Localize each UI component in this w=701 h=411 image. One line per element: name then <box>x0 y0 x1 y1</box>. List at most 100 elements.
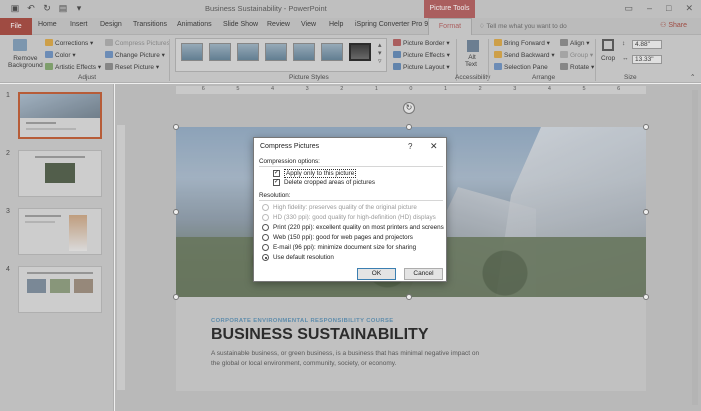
send-backward-button[interactable]: Send Backward ▾ <box>494 51 555 59</box>
height-field[interactable]: 4.88" <box>632 40 662 49</box>
picture-layout-icon <box>393 63 401 70</box>
resize-handle[interactable] <box>173 124 179 130</box>
slide-thumbnail-3[interactable] <box>18 208 102 255</box>
slide-thumbnail-2[interactable] <box>18 150 102 197</box>
save-icon[interactable]: ▣ <box>10 3 20 13</box>
slide-thumbnail-1[interactable] <box>18 92 102 139</box>
apply-only-checkbox[interactable]: ✓ Apply only to this picture <box>273 169 357 178</box>
thumb-text-line <box>27 272 93 274</box>
change-picture-button[interactable]: Change Picture ▾ <box>105 51 165 59</box>
remove-background-label-2: Background <box>8 62 43 69</box>
align-button[interactable]: Align ▾ <box>560 39 590 47</box>
ok-button[interactable]: OK <box>357 268 396 280</box>
thumb-text-line <box>25 215 61 217</box>
resize-handle[interactable] <box>643 124 649 130</box>
group-button[interactable]: Group ▾ <box>560 51 593 59</box>
bring-forward-button[interactable]: Bring Forward ▾ <box>494 39 550 47</box>
window-controls: ▭ – □ ✕ <box>624 3 693 14</box>
style-thumbnail[interactable] <box>237 43 259 61</box>
cancel-button[interactable]: Cancel <box>404 268 443 280</box>
accessibility-group-label: Accessibility <box>455 74 491 81</box>
resolution-option-hd[interactable]: HD (330 ppi): good quality for high-defi… <box>262 214 436 221</box>
size-group-label: Size <box>624 74 637 81</box>
tab-insert[interactable]: Insert <box>70 21 88 28</box>
picture-effects-button[interactable]: Picture Effects ▾ <box>393 51 450 59</box>
style-thumbnail[interactable] <box>209 43 231 61</box>
selection-pane-button[interactable]: Selection Pane <box>494 63 548 71</box>
crop-button[interactable]: Crop <box>601 39 615 62</box>
present-icon[interactable]: ▤ <box>58 3 68 13</box>
resolution-option-high-fidelity[interactable]: High fidelity: preserves quality of the … <box>262 204 417 211</box>
adjust-group-label: Adjust <box>78 74 97 81</box>
resolution-option-email[interactable]: E-mail (96 ppi): minimize document size … <box>262 244 416 251</box>
close-button[interactable]: ✕ <box>430 141 438 152</box>
tab-transitions[interactable]: Transitions <box>133 21 167 28</box>
help-button[interactable]: ? <box>408 142 412 151</box>
thumb-text-line <box>26 128 76 130</box>
reset-picture-button[interactable]: Reset Picture ▾ <box>105 63 159 71</box>
resize-handle[interactable] <box>406 124 412 130</box>
style-thumbnail[interactable] <box>321 43 343 61</box>
tab-format[interactable]: Format <box>428 18 472 35</box>
option-label: High fidelity: preserves quality of the … <box>273 204 417 211</box>
share-button[interactable]: ⚇ Share <box>660 21 687 29</box>
picture-styles-gallery[interactable]: ▴ ▾ ▿ <box>175 38 387 72</box>
tab-animations[interactable]: Animations <box>177 21 212 28</box>
tab-view[interactable]: View <box>301 21 316 28</box>
undo-icon[interactable]: ↶ <box>26 3 36 13</box>
delete-cropped-checkbox[interactable]: ✓ Delete cropped areas of pictures <box>273 179 375 186</box>
remove-background-button[interactable]: Remove Background <box>8 55 43 69</box>
align-icon <box>560 39 568 46</box>
tab-help[interactable]: Help <box>329 21 343 28</box>
rotate-handle-icon[interactable]: ↻ <box>403 102 415 114</box>
tab-design[interactable]: Design <box>100 21 122 28</box>
alt-text-button[interactable]: Alt Text <box>465 40 479 68</box>
picture-tools-label: Picture Tools <box>424 0 475 18</box>
resolution-option-print[interactable]: Print (220 ppi): excellent quality on mo… <box>262 224 444 231</box>
style-thumbnail-selected[interactable] <box>349 43 371 61</box>
resize-handle[interactable] <box>643 209 649 215</box>
artistic-effects-icon <box>45 63 53 70</box>
ribbon-display-icon[interactable]: ▭ <box>624 3 633 14</box>
dialog-title: Compress Pictures <box>260 143 320 150</box>
color-button[interactable]: Color ▾ <box>45 51 76 59</box>
radio-icon <box>262 224 269 231</box>
style-thumbnail[interactable] <box>293 43 315 61</box>
artistic-effects-button[interactable]: Artistic Effects ▾ <box>45 63 101 71</box>
style-thumbnail[interactable] <box>265 43 287 61</box>
tell-me-search[interactable]: ♢ Tell me what you want to do <box>479 22 567 30</box>
rotate-button[interactable]: Rotate ▾ <box>560 63 594 71</box>
redo-icon[interactable]: ↻ <box>42 3 52 13</box>
collapse-ribbon-icon[interactable]: ⌃ <box>690 73 695 81</box>
vertical-scrollbar[interactable] <box>692 90 698 405</box>
tab-slide-show[interactable]: Slide Show <box>223 21 258 28</box>
corrections-button[interactable]: Corrections ▾ <box>45 39 93 47</box>
slide-thumbnail-4[interactable] <box>18 266 102 313</box>
tab-home[interactable]: Home <box>38 21 57 28</box>
tab-review[interactable]: Review <box>267 21 290 28</box>
picture-layout-label: Picture Layout <box>403 64 445 71</box>
resize-handle[interactable] <box>406 294 412 300</box>
maximize-icon[interactable]: □ <box>666 3 671 14</box>
resize-handle[interactable] <box>173 294 179 300</box>
resize-handle[interactable] <box>173 209 179 215</box>
picture-border-icon <box>393 39 401 46</box>
resolution-option-default[interactable]: Use default resolution <box>262 254 334 261</box>
picture-layout-button[interactable]: Picture Layout ▾ <box>393 63 450 71</box>
customize-qat-icon[interactable]: ▾ <box>74 3 84 13</box>
picture-styles-group-label: Picture Styles <box>289 74 329 81</box>
compress-pictures-button[interactable]: Compress Pictures <box>105 39 170 47</box>
section-divider <box>259 200 443 201</box>
resize-handle[interactable] <box>643 294 649 300</box>
resolution-option-web[interactable]: Web (150 ppi): good for web pages and pr… <box>262 234 413 241</box>
close-window-icon[interactable]: ✕ <box>685 3 693 14</box>
gallery-more-icon[interactable]: ▴ ▾ ▿ <box>378 41 382 65</box>
width-field[interactable]: 13.33" <box>632 55 662 64</box>
tab-file[interactable]: File <box>0 18 32 35</box>
tab-ispring[interactable]: iSpring Converter Pro 9 <box>355 21 428 28</box>
picture-border-button[interactable]: Picture Border ▾ <box>393 39 450 47</box>
minimize-icon[interactable]: – <box>647 3 652 14</box>
style-thumbnail[interactable] <box>181 43 203 61</box>
option-label: Print (220 ppi): excellent quality on mo… <box>273 224 444 231</box>
option-label: Web (150 ppi): good for web pages and pr… <box>273 234 413 241</box>
